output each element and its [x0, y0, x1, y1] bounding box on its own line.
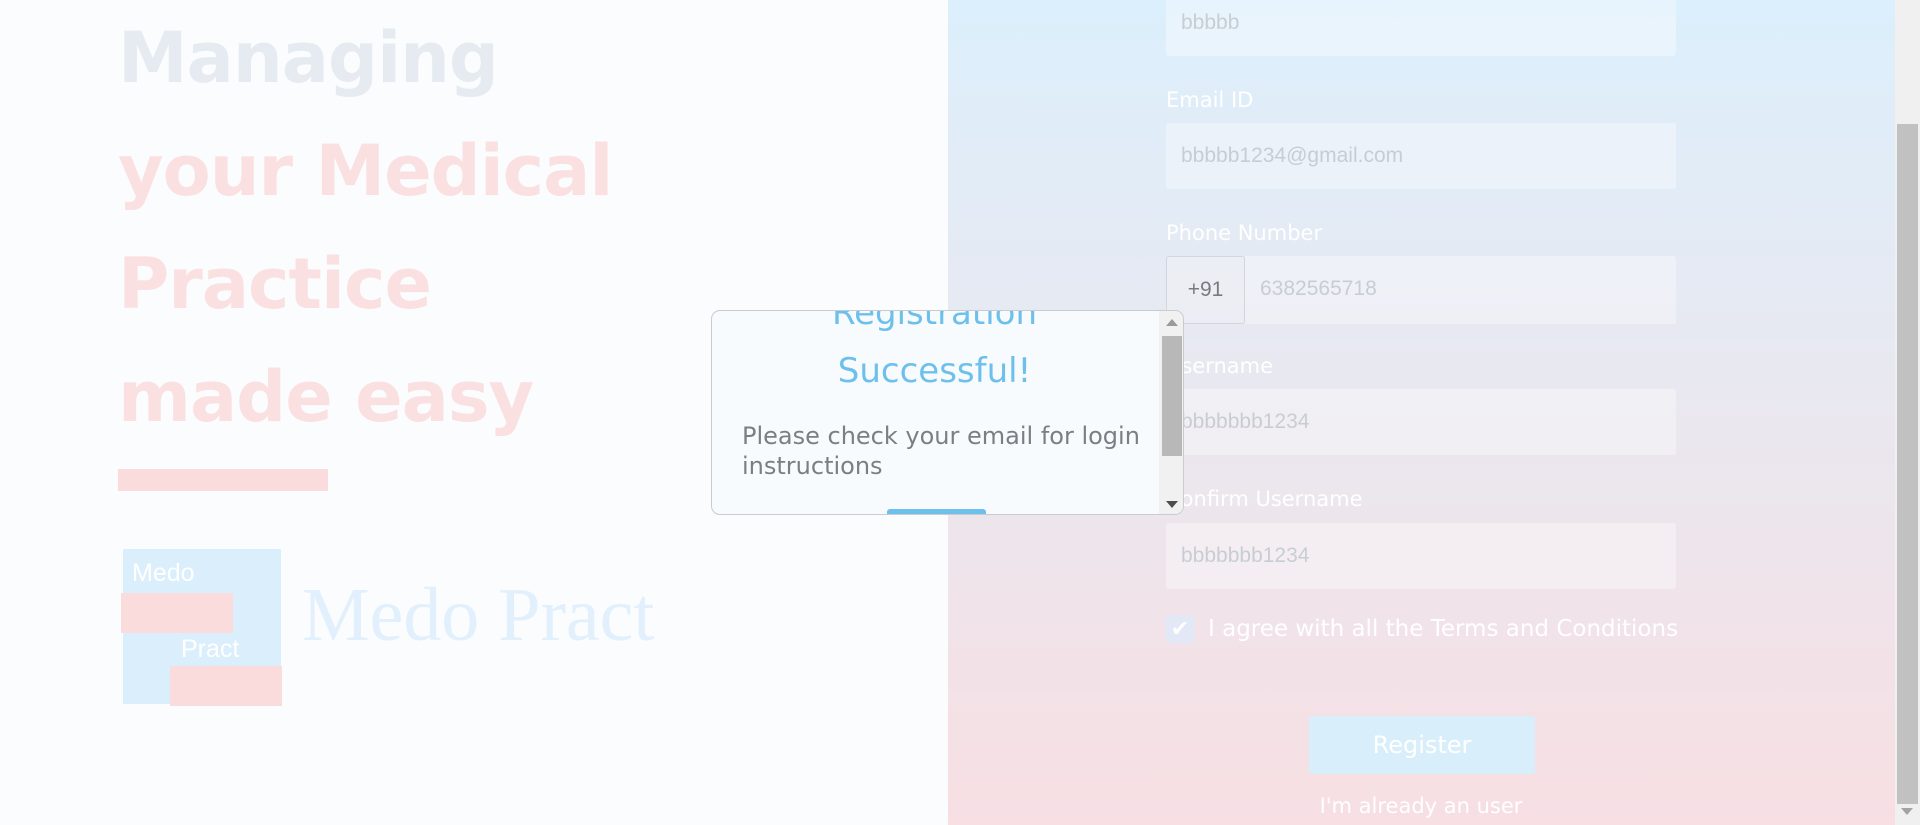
email-label: Email ID	[1166, 88, 1254, 112]
email-field-value: bbbbb1234@gmail.com	[1181, 144, 1404, 167]
confirm-username-field-value: bbbbbbb1234	[1181, 544, 1310, 567]
page-scrollbar-thumb[interactable]	[1897, 124, 1918, 804]
modal-scrollbar-thumb[interactable]	[1162, 336, 1182, 456]
logo-word-pract: Pract	[181, 635, 240, 663]
register-button[interactable]: Register	[1309, 716, 1535, 774]
phone-field[interactable]: 6382565718	[1245, 256, 1676, 324]
confirm-username-label: Confirm Username	[1166, 487, 1363, 511]
scroll-down-arrow-icon[interactable]	[1166, 501, 1178, 508]
modal-scrollbar[interactable]	[1159, 311, 1183, 514]
page-scrollbar[interactable]	[1895, 0, 1920, 825]
username-field[interactable]: bbbbbbb1234	[1166, 389, 1676, 455]
logo-word-medo: Medo	[132, 559, 195, 587]
terms-checkbox[interactable]: ✔	[1166, 615, 1194, 643]
login-link[interactable]: I'm already an user	[1166, 794, 1676, 818]
scroll-up-arrow-icon[interactable]	[1166, 319, 1178, 326]
phone-label: Phone Number	[1166, 221, 1323, 245]
modal-ok-button[interactable]	[887, 509, 986, 514]
logo-wordmark: Medo Pract	[302, 573, 655, 657]
username-field-value: bbbbbbb1234	[1181, 410, 1310, 433]
scroll-down-arrow-icon[interactable]	[1901, 808, 1913, 815]
hero-line-1: Managing	[118, 17, 499, 99]
hero-line-3: Practice	[118, 243, 432, 325]
hero-underline-bar	[118, 469, 328, 491]
modal-message: Please check your email for login instru…	[742, 422, 1140, 480]
hero-line-4: made easy	[118, 356, 534, 438]
checkmark-icon: ✔	[1170, 616, 1190, 641]
name-field-value: bbbbb	[1181, 11, 1240, 34]
registration-success-modal: Registration Successful! Please check yo…	[711, 310, 1184, 515]
logo-mark: Medo Pract	[121, 549, 282, 706]
email-field[interactable]: bbbbb1234@gmail.com	[1166, 123, 1676, 189]
logo-pink-block-bottom	[170, 666, 282, 706]
name-field[interactable]: bbbbb	[1166, 0, 1676, 56]
modal-title-line-1: Registration	[831, 310, 1038, 333]
modal-title-line-2: Successful!	[837, 351, 1032, 391]
hero-heading: Managing your Medical Practice made easy	[118, 0, 613, 454]
confirm-username-field[interactable]: bbbbbbb1234	[1166, 523, 1676, 589]
terms-label: I agree with all the Terms and Condition…	[1208, 616, 1679, 642]
logo-pink-block-top	[121, 593, 233, 633]
phone-field-value: 6382565718	[1260, 277, 1377, 300]
hero-line-2: your Medical	[118, 130, 613, 212]
